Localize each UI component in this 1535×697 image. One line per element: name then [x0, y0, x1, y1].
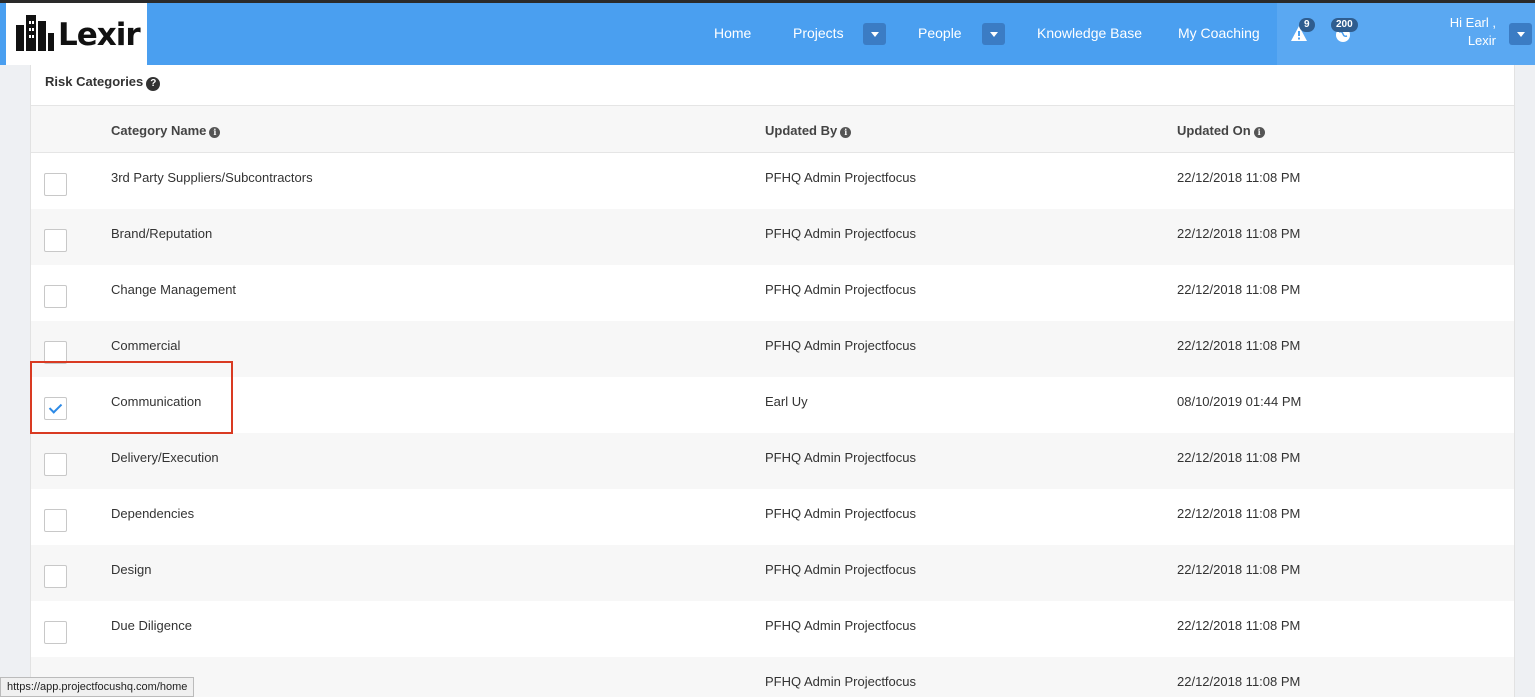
column-header-name[interactable]: Category Name i [111, 123, 221, 138]
info-icon: i [1253, 127, 1265, 138]
category-name-cell: Delivery/Execution [111, 450, 219, 465]
nav-knowledge-base-link[interactable]: Knowledge Base [1037, 25, 1142, 41]
table-row[interactable]: PFHQ Admin Projectfocus 22/12/2018 11:08 … [31, 657, 1514, 697]
nav-my-coaching-link[interactable]: My Coaching [1178, 25, 1260, 41]
updated-on-cell: 22/12/2018 11:08 PM [1177, 338, 1301, 353]
projects-dropdown-caret-icon[interactable] [863, 23, 886, 45]
column-header-updated-by-label: Updated By [765, 123, 838, 138]
row-checkbox[interactable] [44, 621, 67, 644]
table-row[interactable]: 3rd Party Suppliers/Subcontractors PFHQ A… [31, 153, 1514, 209]
table-row[interactable]: Change Management PFHQ Admin Projectfocus… [31, 265, 1514, 321]
row-checkbox[interactable] [44, 509, 67, 532]
info-icon: i [840, 127, 852, 138]
category-name-cell: Change Management [111, 282, 237, 297]
table-row[interactable]: Communication Earl Uy 08/10/2019 01:44 PM [31, 377, 1514, 433]
nav-home-link[interactable]: Home [714, 25, 751, 41]
brand-name: Lexir [58, 17, 141, 53]
user-area [1277, 0, 1535, 65]
panel-title-text: Risk Categories [45, 74, 144, 89]
category-name-cell: Commercial [111, 338, 181, 353]
info-icon: i [209, 127, 221, 138]
building-logo-icon [16, 15, 54, 51]
column-header-updated-by[interactable]: Updated By i [765, 123, 852, 138]
updated-by-cell: PFHQ Admin Projectfocus [765, 282, 916, 297]
user-greeting[interactable]: Hi Earl , Lexir [1430, 14, 1496, 50]
updated-by-cell: PFHQ Admin Projectfocus [765, 450, 916, 465]
row-checkbox[interactable] [44, 173, 67, 196]
updated-on-cell: 22/12/2018 11:08 PM [1177, 562, 1301, 577]
row-checkbox[interactable] [44, 229, 67, 252]
column-header-updated-on-label: Updated On [1177, 123, 1251, 138]
panel-title: Risk Categories? [45, 74, 161, 91]
column-header-name-label: Category Name [111, 123, 207, 138]
updated-on-cell: 22/12/2018 11:08 PM [1177, 282, 1301, 297]
updated-by-cell: PFHQ Admin Projectfocus [765, 562, 916, 577]
updated-by-cell: PFHQ Admin Projectfocus [765, 618, 916, 633]
greeting-line: Hi Earl , [1449, 15, 1496, 30]
nav-people-link[interactable]: People [918, 25, 962, 41]
table-row[interactable]: Due Diligence PFHQ Admin Projectfocus 22/1… [31, 601, 1514, 657]
category-name-cell: Design [111, 562, 152, 577]
table-row[interactable]: Commercial PFHQ Admin Projectfocus 22/12/2… [31, 321, 1514, 377]
table-row[interactable]: Delivery/Execution PFHQ Admin Projectfocu… [31, 433, 1514, 489]
updated-on-cell: 22/12/2018 11:08 PM [1177, 226, 1301, 241]
people-dropdown-caret-icon[interactable] [982, 23, 1005, 45]
category-name-cell: Due Diligence [111, 618, 192, 633]
notifications-count-badge: 200 [1331, 18, 1358, 32]
table-row[interactable]: Design PFHQ Admin Projectfocus 22/12/2018 … [31, 545, 1514, 601]
table-row[interactable]: Brand/Reputation PFHQ Admin Projectfocus 2… [31, 209, 1514, 265]
updated-by-cell: PFHQ Admin Projectfocus [765, 674, 916, 689]
updated-on-cell: 22/12/2018 11:08 PM [1177, 674, 1301, 689]
updated-on-cell: 08/10/2019 01:44 PM [1177, 394, 1302, 409]
updated-on-cell: 22/12/2018 11:08 PM [1177, 450, 1301, 465]
brand-logo[interactable]: Lexir [6, 3, 147, 65]
category-name-cell: 3rd Party Suppliers/Subcontractors [111, 170, 313, 185]
window-edge [0, 0, 1535, 3]
user-menu-caret-icon[interactable] [1509, 23, 1532, 45]
updated-on-cell: 22/12/2018 11:08 PM [1177, 506, 1301, 521]
notifications-button[interactable]: 200 [1331, 18, 1358, 44]
updated-by-cell: PFHQ Admin Projectfocus [765, 506, 916, 521]
greeting-org: Lexir [1467, 33, 1496, 48]
updated-on-cell: 22/12/2018 11:08 PM [1177, 618, 1301, 633]
updated-by-cell: PFHQ Admin Projectfocus [765, 170, 916, 185]
category-name-cell: Brand/Reputation [111, 226, 213, 241]
updated-by-cell: PFHQ Admin Projectfocus [765, 226, 916, 241]
category-name-cell: Dependencies [111, 506, 195, 521]
table-row[interactable]: Dependencies PFHQ Admin Projectfocus 22/12… [31, 489, 1514, 545]
alerts-count-badge: 9 [1299, 18, 1315, 32]
row-checkbox[interactable] [44, 285, 67, 308]
nav-projects-link[interactable]: Projects [793, 25, 844, 41]
question-circle-icon[interactable]: ? [146, 77, 161, 91]
browser-status-bar: https://app.projectfocushq.com/home [0, 677, 195, 697]
column-header-updated-on[interactable]: Updated On i [1177, 123, 1265, 138]
row-checkbox[interactable] [44, 565, 67, 588]
updated-by-cell: Earl Uy [765, 394, 808, 409]
row-checkbox[interactable] [44, 453, 67, 476]
updated-by-cell: PFHQ Admin Projectfocus [765, 338, 916, 353]
alerts-button[interactable]: 9 [1290, 18, 1315, 44]
updated-on-cell: 22/12/2018 11:08 PM [1177, 170, 1301, 185]
selection-highlight-box [30, 361, 233, 434]
